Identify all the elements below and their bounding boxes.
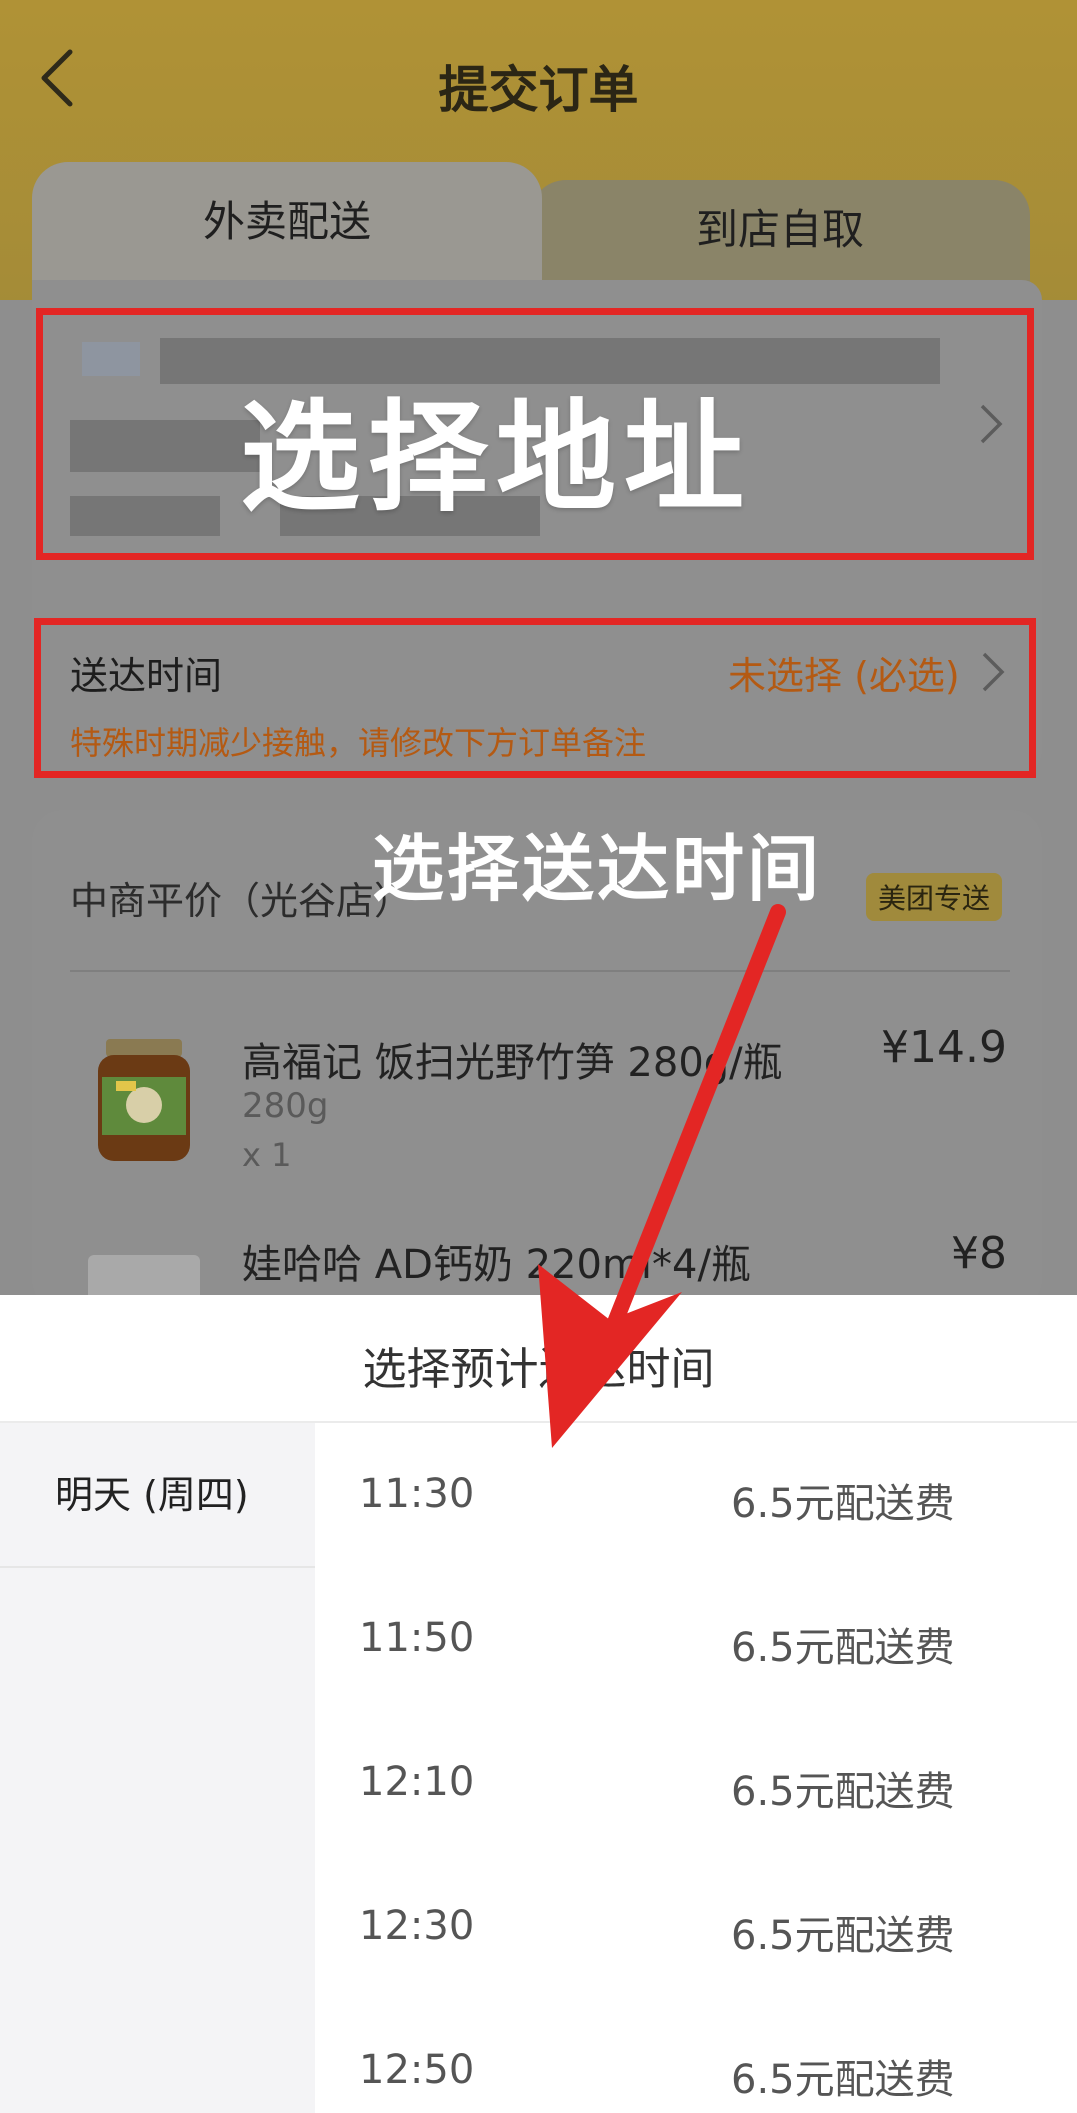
slot-fee: 6.5元配送费 — [731, 2057, 955, 2103]
order-page-backdrop: 提交订单 到店自取 外卖配送 选择地址 送达时间 未选择 (必选) 特殊时期减少… — [0, 0, 1077, 1295]
product-price: ¥14.9 — [881, 1022, 1007, 1073]
slot-time: 11:50 — [359, 1615, 475, 1661]
time-slot-option[interactable]: 12:10 6.5元配送费 — [315, 1711, 1077, 1855]
slot-time: 11:30 — [359, 1471, 475, 1517]
time-slot-option[interactable]: 12:50 6.5元配送费 — [315, 1999, 1077, 2113]
page-title: 提交订单 — [438, 61, 639, 119]
slot-fee: 6.5元配送费 — [731, 1913, 955, 1959]
address-annotation-label: 选择地址 — [240, 389, 752, 528]
product-name: 高福记 饭扫光野竹笋 280g/瓶 — [242, 1040, 783, 1086]
shop-name: 中商平价（光谷店） — [70, 879, 413, 923]
delivery-time-highlight-box — [34, 618, 1036, 778]
product-jar-image — [98, 1039, 190, 1161]
time-slot-option[interactable]: 11:30 6.5元配送费 — [315, 1423, 1077, 1567]
day-list: 明天 (周四) — [0, 1423, 315, 2113]
product-bottle-image — [88, 1255, 200, 1295]
tab-delivery[interactable]: 外卖配送 — [32, 162, 542, 292]
product-name: 娃哈哈 AD钙奶 220ml*4/瓶 — [242, 1242, 751, 1288]
slot-fee: 6.5元配送费 — [731, 1481, 955, 1527]
time-slot-option[interactable]: 11:50 6.5元配送费 — [315, 1567, 1077, 1711]
sheet-title: 选择预计送达时间 — [362, 1344, 715, 1395]
time-slot-option[interactable]: 12:30 6.5元配送费 — [315, 1855, 1077, 1999]
product-price: ¥8 — [951, 1228, 1007, 1279]
divider — [70, 970, 1010, 972]
delivery-time-sheet: 选择预计送达时间 明天 (周四) 11:30 6.5元配送费 11:50 6.5… — [0, 1295, 1077, 2113]
slot-time: 12:10 — [359, 1759, 475, 1805]
product-spec: 280g — [242, 1086, 329, 1126]
slot-fee: 6.5元配送费 — [731, 1625, 955, 1671]
tab-pickup[interactable]: 到店自取 — [530, 180, 1030, 292]
time-annotation-label: 选择送达时间 — [372, 827, 823, 911]
time-slot-list: 11:30 6.5元配送费 11:50 6.5元配送费 12:10 6.5元配送… — [315, 1423, 1077, 2113]
slot-time: 12:30 — [359, 1903, 475, 1949]
shop-badge: 美团专送 — [866, 873, 1003, 921]
product-quantity: x 1 — [242, 1136, 292, 1174]
day-option-tomorrow[interactable]: 明天 (周四) — [0, 1423, 315, 1568]
slot-time: 12:50 — [359, 2047, 475, 2093]
slot-fee: 6.5元配送费 — [731, 1769, 955, 1815]
